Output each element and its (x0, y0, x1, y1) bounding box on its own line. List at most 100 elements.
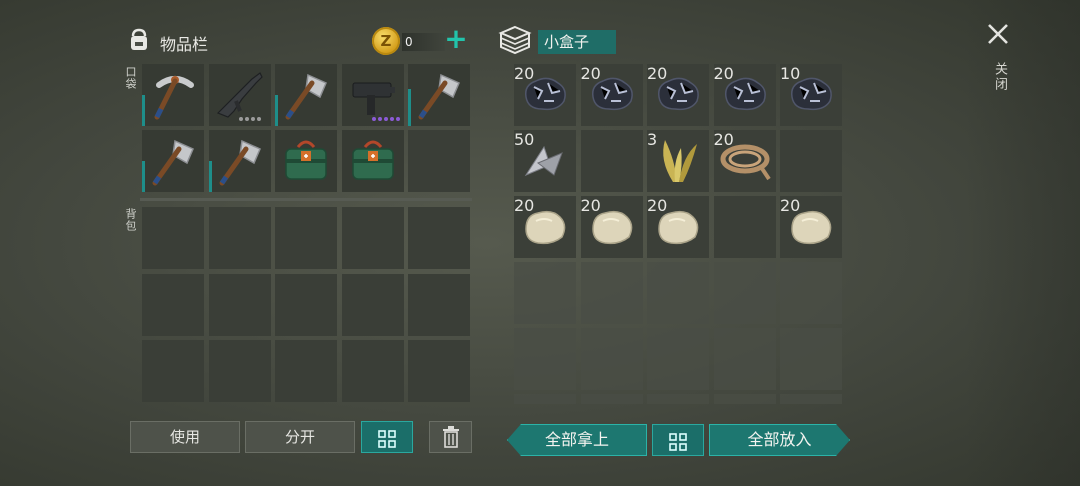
plus-icon[interactable]: + (444, 25, 468, 54)
empty-slot[interactable] (713, 196, 776, 258)
item-slot[interactable] (341, 130, 404, 192)
empty-slot[interactable] (580, 130, 643, 192)
empty-slot[interactable] (142, 273, 204, 336)
item-slot[interactable] (275, 64, 337, 126)
medkit-bag-icon (275, 130, 337, 192)
rarity-dot (383, 117, 388, 121)
empty-slot[interactable] (275, 340, 337, 402)
empty-slot[interactable] (341, 340, 404, 402)
grid-sort-icon (378, 428, 396, 448)
empty-slot[interactable] (408, 340, 470, 402)
rarity-dot (389, 117, 394, 121)
empty-slot[interactable] (580, 394, 643, 404)
empty-slot[interactable] (208, 273, 271, 336)
item-slot[interactable] (275, 130, 337, 192)
box-icon (498, 24, 532, 56)
rarity-dot (377, 117, 382, 121)
close-icon[interactable] (984, 20, 1012, 48)
item-slot[interactable] (142, 130, 204, 192)
item-slot[interactable] (208, 130, 271, 192)
iron-ore-icon (780, 64, 842, 126)
pickaxe-icon (142, 64, 204, 126)
item-slot[interactable]: 20 (580, 196, 643, 258)
empty-slot[interactable] (514, 394, 576, 404)
empty-slot[interactable] (713, 394, 776, 404)
empty-slot[interactable] (713, 328, 776, 390)
split-button[interactable]: 分开 (245, 421, 355, 453)
rarity-dot (244, 117, 249, 121)
rarity-dot (238, 117, 243, 121)
backpack-icon (126, 27, 152, 53)
item-slot[interactable]: 20 (647, 196, 709, 258)
divider (140, 198, 472, 201)
item-slot[interactable]: 20 (580, 64, 643, 126)
item-slot[interactable]: 10 (780, 64, 842, 126)
empty-slot[interactable] (780, 328, 842, 390)
empty-slot[interactable] (275, 207, 337, 269)
rarity-dots (238, 117, 261, 121)
trash-button[interactable] (429, 421, 472, 453)
hatchet-icon (275, 64, 337, 126)
empty-slot[interactable] (341, 273, 404, 336)
container-title: 小盒子 (538, 30, 616, 54)
empty-slot[interactable] (408, 207, 470, 269)
close-label[interactable]: 关闭 (990, 62, 1009, 92)
empty-slot[interactable] (580, 328, 643, 390)
use-button[interactable]: 使用 (130, 421, 240, 453)
rarity-dots (371, 117, 400, 121)
rope-icon (714, 130, 776, 192)
sort-button[interactable] (361, 421, 413, 453)
empty-slot[interactable] (514, 328, 576, 390)
item-slot[interactable] (341, 64, 404, 126)
empty-slot[interactable] (647, 262, 709, 324)
medkit-bag-icon (342, 130, 404, 192)
item-slot[interactable]: 20 (780, 196, 842, 258)
empty-slot[interactable] (408, 130, 470, 192)
empty-slot[interactable] (780, 262, 842, 324)
side-panel (965, 0, 1080, 486)
item-slot[interactable]: 20 (514, 64, 576, 126)
plant-fiber-icon (647, 130, 709, 192)
empty-slot[interactable] (713, 262, 776, 324)
empty-slot[interactable] (580, 262, 643, 324)
rarity-dot (250, 117, 255, 121)
metal-scrap-icon (514, 130, 576, 192)
durability-bar (142, 161, 145, 192)
item-slot[interactable] (142, 64, 204, 126)
container-sort-button[interactable] (652, 424, 704, 456)
empty-slot[interactable] (341, 207, 404, 269)
empty-slot[interactable] (408, 273, 470, 336)
stone-icon (581, 196, 643, 258)
inventory-title: 物品栏 (160, 35, 209, 54)
item-slot[interactable]: 20 (647, 64, 709, 126)
item-slot[interactable]: 20 (713, 64, 776, 126)
empty-slot[interactable] (647, 328, 709, 390)
item-slot[interactable]: 3 (647, 130, 709, 192)
put-all-button[interactable]: 全部放入 (709, 424, 850, 456)
item-slot[interactable]: 50 (514, 130, 576, 192)
iron-ore-icon (514, 64, 576, 126)
item-slot[interactable] (208, 64, 271, 126)
hatchet-icon (408, 64, 470, 126)
empty-slot[interactable] (208, 207, 271, 269)
iron-ore-icon (714, 64, 776, 126)
iron-ore-icon (581, 64, 643, 126)
pocket-label: 口袋 (124, 66, 137, 90)
grid-sort-icon (669, 431, 687, 451)
stone-icon (647, 196, 709, 258)
empty-slot[interactable] (780, 394, 842, 404)
empty-slot[interactable] (647, 394, 709, 404)
durability-bar (208, 161, 212, 192)
item-slot[interactable]: 20 (713, 130, 776, 192)
empty-slot[interactable] (208, 340, 271, 402)
empty-slot[interactable] (142, 340, 204, 402)
item-slot[interactable] (408, 64, 470, 126)
empty-slot[interactable] (142, 207, 204, 269)
item-slot[interactable]: 20 (514, 196, 576, 258)
hatchet-icon (142, 130, 204, 192)
take-all-button[interactable]: 全部拿上 (507, 424, 647, 456)
trash-icon (442, 426, 460, 448)
empty-slot[interactable] (275, 273, 337, 336)
empty-slot[interactable] (780, 130, 842, 192)
empty-slot[interactable] (514, 262, 576, 324)
